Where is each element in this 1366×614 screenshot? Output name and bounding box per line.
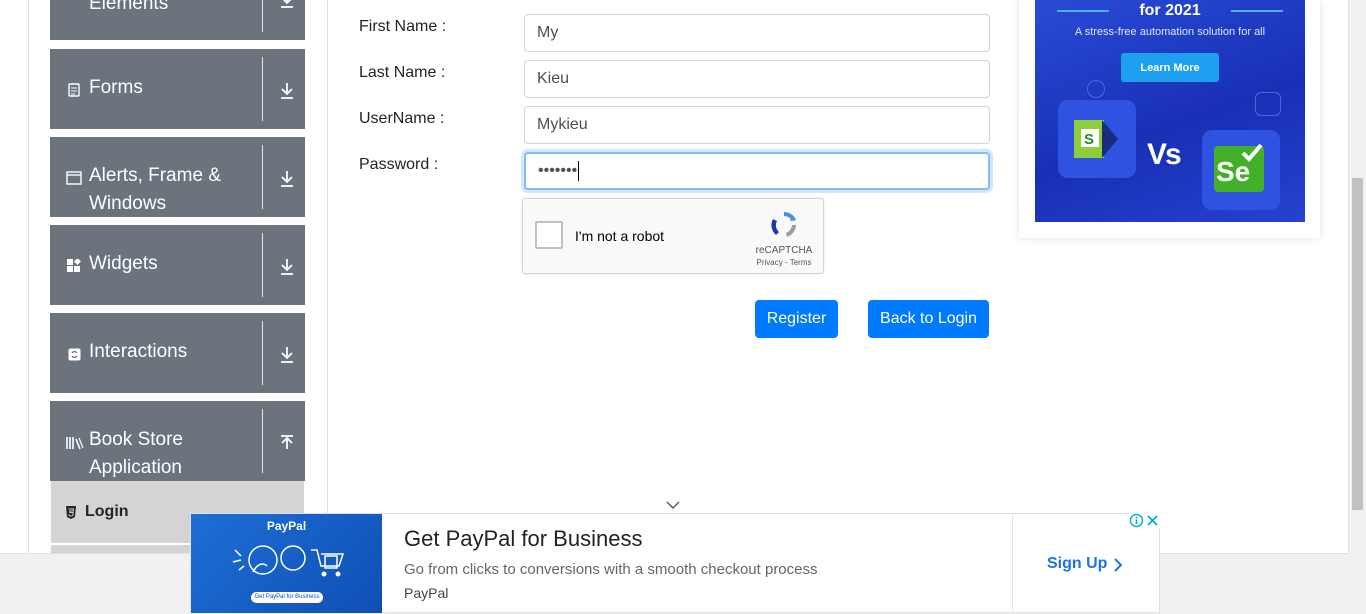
divider [1012, 514, 1013, 613]
sidebar-group-label: Book Store Application [89, 429, 183, 478]
close-icon[interactable] [1145, 513, 1160, 528]
learn-more-button[interactable]: Learn More [1121, 53, 1219, 82]
sidebar-group-interactions[interactable]: Interactions [50, 313, 305, 393]
left-gutter [0, 0, 28, 553]
ad-brand: PayPal [404, 585, 449, 601]
sidebar-group-label: Interactions [89, 341, 188, 362]
password-label: Password : [359, 156, 439, 173]
register-button[interactable]: Register [755, 300, 838, 338]
divider [262, 409, 263, 473]
download-arrow-icon[interactable] [277, 0, 297, 10]
download-arrow-icon[interactable] [277, 81, 297, 101]
ad-banner-top[interactable]: for 2021 A stress-free automation soluti… [1019, 0, 1320, 238]
recaptcha-logo-icon [768, 209, 800, 241]
ad-subtitle: A stress-free automation solution for al… [1074, 26, 1266, 38]
widgets-icon [67, 259, 81, 273]
recaptcha-checkbox[interactable] [535, 221, 563, 249]
password-input[interactable]: ••••••• [524, 152, 990, 190]
username-input[interactable]: Mykieu [524, 106, 990, 144]
upload-arrow-icon[interactable] [277, 433, 297, 453]
download-arrow-icon[interactable] [277, 345, 297, 365]
divider [262, 145, 263, 209]
recaptcha-brand: reCAPTCHA [755, 245, 813, 256]
text-cursor [578, 161, 580, 181]
ad-decoration-icon [1087, 80, 1105, 98]
ad-image: for 2021 A stress-free automation soluti… [1035, 0, 1305, 222]
sidebar-item-label: Login [85, 503, 129, 520]
divider [262, 321, 263, 385]
html5-icon [65, 506, 77, 519]
ad-title: for 2021 [1139, 2, 1201, 19]
katalon-logo-icon: S [1058, 100, 1136, 178]
chevron-right-icon[interactable] [1113, 557, 1123, 573]
page-scrollbar[interactable] [1349, 0, 1366, 613]
first-name-label: First Name : [359, 18, 447, 35]
svg-text:S: S [1084, 131, 1094, 148]
sidebar-group-label: Elements [89, 0, 169, 14]
page-border-left [28, 0, 29, 553]
versus-label: Vs [1147, 138, 1182, 171]
sidebar-group-label: Forms [89, 77, 143, 98]
download-arrow-icon[interactable] [277, 169, 297, 189]
scrollbar-thumb[interactable] [1352, 178, 1363, 510]
window-icon [66, 171, 82, 185]
chevron-down-icon[interactable] [666, 498, 680, 510]
paypal-illustration-icon [232, 545, 345, 577]
ad-headline[interactable]: Get PayPal for Business [404, 526, 642, 552]
paypal-logo: PayPal [266, 519, 307, 533]
refresh-icon [67, 347, 81, 361]
ad-description: Go from clicks to conversions with a smo… [404, 561, 818, 578]
adchoices-icon[interactable] [1129, 513, 1144, 528]
password-value: ••••••• [538, 162, 578, 179]
sidebar-group-label: Alerts, Frame & Windows [89, 165, 221, 214]
document-icon [67, 83, 81, 97]
last-name-label: Last Name : [359, 64, 446, 81]
first-name-input[interactable]: My [524, 14, 990, 52]
sidebar-divider [327, 0, 328, 553]
recaptcha-widget: I'm not a robot reCAPTCHA Privacy - Term… [522, 198, 824, 274]
ad-banner-bottom[interactable]: PayPal Get PayPal for Business Get PayPa… [190, 513, 1160, 613]
sidebar-group-label: Widgets [89, 253, 158, 274]
divider [262, 233, 263, 297]
sidebar-group-book-store-application[interactable]: Book Store Application [50, 401, 305, 481]
recaptcha-terms-link[interactable]: Privacy - Terms [739, 258, 829, 267]
selenium-logo-icon: Se [1202, 130, 1280, 210]
recaptcha-label: I'm not a robot [575, 228, 665, 244]
paypal-image-button: Get PayPal for Business [251, 592, 323, 603]
divider [262, 57, 263, 121]
download-arrow-icon[interactable] [277, 257, 297, 277]
divider [262, 0, 263, 32]
library-icon [66, 436, 84, 450]
paypal-ad-image: PayPal Get PayPal for Business [191, 514, 382, 613]
sign-up-link[interactable]: Sign Up [1047, 555, 1107, 573]
username-label: UserName : [359, 110, 445, 127]
sidebar-group-forms[interactable]: Forms [50, 49, 305, 129]
ad-decoration-icon [1255, 92, 1281, 116]
sidebar-group-elements[interactable]: Elements [50, 0, 305, 40]
sidebar-group-widgets[interactable]: Widgets [50, 225, 305, 305]
sidebar-group-alerts-frame-windows[interactable]: Alerts, Frame & Windows [50, 137, 305, 217]
last-name-input[interactable]: Kieu [524, 60, 990, 98]
back-to-login-button[interactable]: Back to Login [868, 300, 989, 338]
